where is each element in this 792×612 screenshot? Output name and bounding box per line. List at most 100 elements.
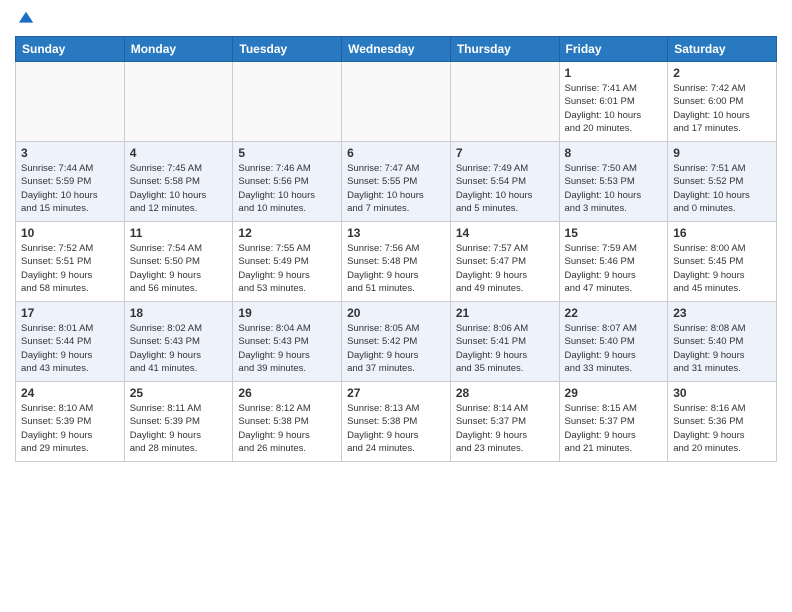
calendar-cell: 3 Sunrise: 7:44 AM Sunset: 5:59 PM Daylig… [16,142,125,222]
day-info: Sunrise: 8:10 AM Sunset: 5:39 PM Dayligh… [21,402,119,455]
calendar-cell: 9 Sunrise: 7:51 AM Sunset: 5:52 PM Daylig… [668,142,777,222]
day-number: 17 [21,306,119,320]
day-info: Sunrise: 8:00 AM Sunset: 5:45 PM Dayligh… [673,242,771,295]
day-info: Sunrise: 8:14 AM Sunset: 5:37 PM Dayligh… [456,402,554,455]
calendar-cell: 28Sunrise: 8:14 AM Sunset: 5:37 PM Dayli… [450,382,559,462]
weekday-header-saturday: Saturday [668,37,777,62]
logo [15,10,35,28]
day-number: 4 [130,146,228,160]
day-number: 26 [238,386,336,400]
calendar-week-5: 24 Sunrise: 8:10 AM Sunset: 5:39 PM Dayli… [16,382,777,462]
day-number: 21 [456,306,554,320]
calendar-cell: 13 Sunrise: 7:56 AM Sunset: 5:48 PM Dayli… [342,222,451,302]
day-info: Sunrise: 8:11 AM Sunset: 5:39 PM Dayligh… [130,402,228,455]
day-info: Sunrise: 8:08 AM Sunset: 5:40 PM Dayligh… [673,322,771,375]
day-info: Sunrise: 7:44 AM Sunset: 5:59 PM Dayligh… [21,162,119,215]
day-number: 1 [565,66,663,80]
calendar-cell [342,62,451,142]
calendar-cell: 6 Sunrise: 7:47 AM Sunset: 5:55 PM Daylig… [342,142,451,222]
weekday-header-tuesday: Tuesday [233,37,342,62]
day-info: Sunrise: 7:54 AM Sunset: 5:50 PM Dayligh… [130,242,228,295]
day-info: Sunrise: 7:47 AM Sunset: 5:55 PM Dayligh… [347,162,445,215]
calendar-cell: 1 Sunrise: 7:41 AM Sunset: 6:01 PM Daylig… [559,62,668,142]
page-container: SundayMondayTuesdayWednesdayThursdayFrid… [0,0,792,612]
day-number: 22 [565,306,663,320]
day-number: 2 [673,66,771,80]
day-number: 10 [21,226,119,240]
day-info: Sunrise: 7:59 AM Sunset: 5:46 PM Dayligh… [565,242,663,295]
day-number: 29 [565,386,663,400]
day-info: Sunrise: 8:07 AM Sunset: 5:40 PM Dayligh… [565,322,663,375]
day-info: Sunrise: 8:05 AM Sunset: 5:42 PM Dayligh… [347,322,445,375]
day-info: Sunrise: 7:51 AM Sunset: 5:52 PM Dayligh… [673,162,771,215]
calendar-week-2: 3 Sunrise: 7:44 AM Sunset: 5:59 PM Daylig… [16,142,777,222]
calendar-cell: 26 Sunrise: 8:12 AM Sunset: 5:38 PM Dayli… [233,382,342,462]
weekday-header-wednesday: Wednesday [342,37,451,62]
day-info: Sunrise: 7:56 AM Sunset: 5:48 PM Dayligh… [347,242,445,295]
day-number: 12 [238,226,336,240]
calendar-cell: 18Sunrise: 8:02 AM Sunset: 5:43 PM Dayli… [124,302,233,382]
calendar-cell [124,62,233,142]
day-info: Sunrise: 8:04 AM Sunset: 5:43 PM Dayligh… [238,322,336,375]
weekday-header-sunday: Sunday [16,37,125,62]
day-number: 23 [673,306,771,320]
day-number: 9 [673,146,771,160]
calendar-cell: 14 Sunrise: 7:57 AM Sunset: 5:47 PM Dayli… [450,222,559,302]
day-number: 14 [456,226,554,240]
calendar-cell: 27 Sunrise: 8:13 AM Sunset: 5:38 PM Dayli… [342,382,451,462]
calendar-cell: 17 Sunrise: 8:01 AM Sunset: 5:44 PM Dayli… [16,302,125,382]
calendar-cell: 15 Sunrise: 7:59 AM Sunset: 5:46 PM Dayli… [559,222,668,302]
calendar-cell [233,62,342,142]
day-info: Sunrise: 7:41 AM Sunset: 6:01 PM Dayligh… [565,82,663,135]
day-info: Sunrise: 8:12 AM Sunset: 5:38 PM Dayligh… [238,402,336,455]
calendar-cell: 20 Sunrise: 8:05 AM Sunset: 5:42 PM Dayli… [342,302,451,382]
day-info: Sunrise: 7:49 AM Sunset: 5:54 PM Dayligh… [456,162,554,215]
day-info: Sunrise: 8:16 AM Sunset: 5:36 PM Dayligh… [673,402,771,455]
day-number: 18 [130,306,228,320]
calendar-cell: 22 Sunrise: 8:07 AM Sunset: 5:40 PM Dayli… [559,302,668,382]
weekday-header-monday: Monday [124,37,233,62]
day-number: 20 [347,306,445,320]
logo-icon [17,10,35,28]
day-number: 8 [565,146,663,160]
day-info: Sunrise: 8:06 AM Sunset: 5:41 PM Dayligh… [456,322,554,375]
calendar-cell: 19 Sunrise: 8:04 AM Sunset: 5:43 PM Dayli… [233,302,342,382]
calendar-cell: 21 Sunrise: 8:06 AM Sunset: 5:41 PM Dayli… [450,302,559,382]
calendar-cell: 29 Sunrise: 8:15 AM Sunset: 5:37 PM Dayli… [559,382,668,462]
day-number: 6 [347,146,445,160]
day-number: 19 [238,306,336,320]
day-number: 7 [456,146,554,160]
day-number: 3 [21,146,119,160]
day-info: Sunrise: 8:15 AM Sunset: 5:37 PM Dayligh… [565,402,663,455]
day-number: 15 [565,226,663,240]
header [15,10,777,28]
calendar-cell [450,62,559,142]
day-info: Sunrise: 7:52 AM Sunset: 5:51 PM Dayligh… [21,242,119,295]
calendar-week-4: 17 Sunrise: 8:01 AM Sunset: 5:44 PM Dayli… [16,302,777,382]
day-number: 13 [347,226,445,240]
day-info: Sunrise: 7:50 AM Sunset: 5:53 PM Dayligh… [565,162,663,215]
day-info: Sunrise: 8:13 AM Sunset: 5:38 PM Dayligh… [347,402,445,455]
day-info: Sunrise: 7:57 AM Sunset: 5:47 PM Dayligh… [456,242,554,295]
day-number: 24 [21,386,119,400]
day-info: Sunrise: 7:55 AM Sunset: 5:49 PM Dayligh… [238,242,336,295]
calendar-cell: 7 Sunrise: 7:49 AM Sunset: 5:54 PM Daylig… [450,142,559,222]
calendar-cell: 8 Sunrise: 7:50 AM Sunset: 5:53 PM Daylig… [559,142,668,222]
calendar-cell: 16 Sunrise: 8:00 AM Sunset: 5:45 PM Dayli… [668,222,777,302]
calendar-week-1: 1 Sunrise: 7:41 AM Sunset: 6:01 PM Daylig… [16,62,777,142]
calendar-cell: 10 Sunrise: 7:52 AM Sunset: 5:51 PM Dayli… [16,222,125,302]
calendar-cell: 30 Sunrise: 8:16 AM Sunset: 5:36 PM Dayli… [668,382,777,462]
weekday-header-friday: Friday [559,37,668,62]
calendar-week-3: 10 Sunrise: 7:52 AM Sunset: 5:51 PM Dayli… [16,222,777,302]
day-number: 30 [673,386,771,400]
calendar-cell: 4 Sunrise: 7:45 AM Sunset: 5:58 PM Daylig… [124,142,233,222]
calendar-cell: 23 Sunrise: 8:08 AM Sunset: 5:40 PM Dayli… [668,302,777,382]
calendar-cell: 11Sunrise: 7:54 AM Sunset: 5:50 PM Dayli… [124,222,233,302]
day-number: 16 [673,226,771,240]
day-number: 5 [238,146,336,160]
day-info: Sunrise: 8:01 AM Sunset: 5:44 PM Dayligh… [21,322,119,375]
day-number: 27 [347,386,445,400]
day-info: Sunrise: 7:45 AM Sunset: 5:58 PM Dayligh… [130,162,228,215]
day-info: Sunrise: 7:46 AM Sunset: 5:56 PM Dayligh… [238,162,336,215]
calendar-cell: 24 Sunrise: 8:10 AM Sunset: 5:39 PM Dayli… [16,382,125,462]
